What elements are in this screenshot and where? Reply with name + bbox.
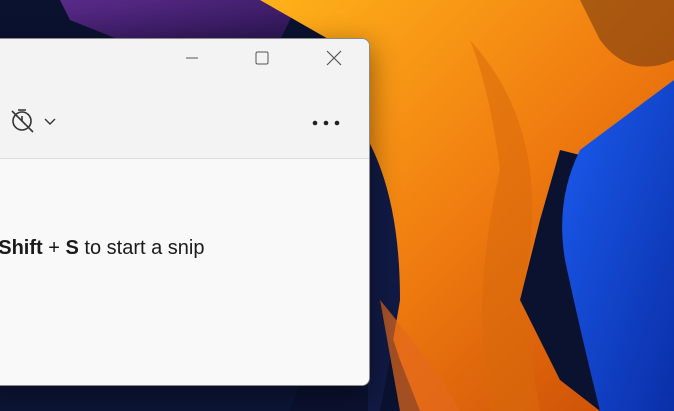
hint-rest: to start a snip bbox=[84, 237, 205, 259]
snipping-tool-window[interactable]: + Shift + S to start a snip bbox=[0, 38, 370, 386]
chevron-down-icon bbox=[43, 113, 57, 132]
hint-s-key: S bbox=[65, 237, 79, 259]
snip-delay-button[interactable] bbox=[9, 107, 65, 137]
close-button[interactable] bbox=[311, 39, 357, 81]
hint-plus-2: + bbox=[48, 237, 60, 259]
hint-shift-key: Shift bbox=[0, 237, 43, 259]
close-icon bbox=[325, 49, 343, 71]
snip-hint-text: + Shift + S to start a snip bbox=[0, 237, 204, 260]
minimize-icon bbox=[184, 50, 200, 70]
maximize-button[interactable] bbox=[239, 39, 285, 81]
more-horizontal-icon bbox=[312, 112, 340, 131]
minimize-button[interactable] bbox=[169, 39, 215, 81]
toolbar bbox=[0, 81, 369, 159]
content-area: + Shift + S to start a snip bbox=[0, 159, 369, 385]
timer-off-icon bbox=[9, 106, 37, 138]
maximize-icon bbox=[254, 50, 270, 70]
more-options-button[interactable] bbox=[311, 109, 341, 133]
title-bar[interactable] bbox=[0, 39, 369, 81]
